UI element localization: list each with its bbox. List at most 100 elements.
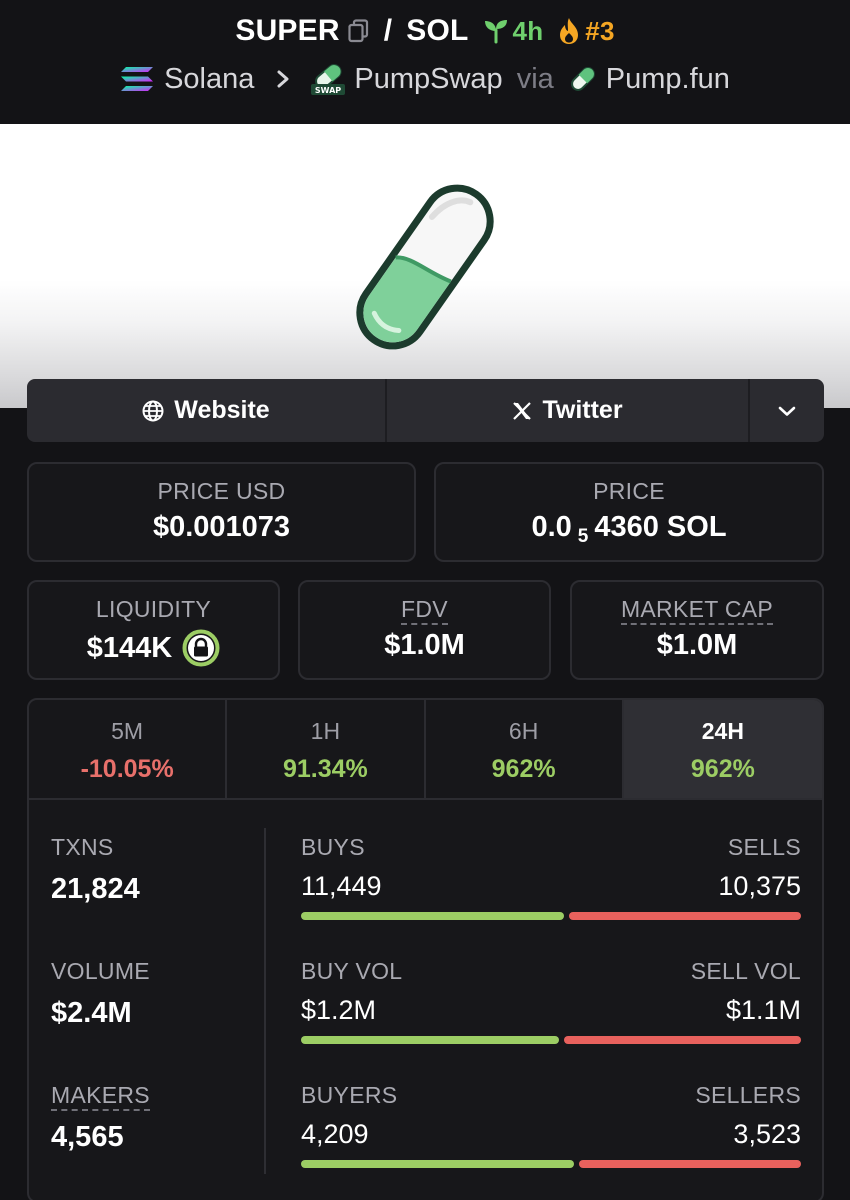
buyers-value: 4,209: [301, 1119, 369, 1149]
tab-change: 962%: [690, 755, 755, 783]
buy-vol-label: BUY VOL: [301, 958, 403, 984]
buyers-sellers-stat: BUYERS SELLERS 4,209 3,523: [301, 1082, 801, 1168]
tab-label: 5M: [111, 718, 144, 744]
buyers-ratio-bar: [301, 1160, 801, 1168]
sell-vol-bar: [563, 1036, 801, 1044]
price-usd-value: $0.001073: [152, 511, 291, 543]
volume-split-stat: BUY VOL SELL VOL $1.2M $1.1M: [301, 958, 801, 1044]
buyers-bar: [301, 1160, 574, 1168]
token-banner: [0, 124, 850, 408]
price-native-card: PRICE 0.0 5 4360 SOL: [434, 462, 824, 562]
price-usd-card: PRICE USD $0.001073: [27, 462, 416, 562]
stats-divider: [264, 828, 266, 1174]
buys-bar: [301, 912, 564, 920]
txns-value: 21,824: [51, 873, 140, 905]
fdv-value: $1.0M: [384, 629, 465, 661]
breadcrumb: Solana SWAP PumpSwap via Pump.fun: [0, 62, 850, 96]
tab-change: 962%: [491, 755, 556, 783]
quote-token-symbol: SOL: [406, 14, 469, 47]
base-token-symbol: SUPER: [235, 14, 340, 47]
period-stats-panel: 5M -10.05% 1H 91.34% 6H 962% 24H 962% TX…: [27, 698, 824, 1200]
buyers-label: BUYERS: [301, 1082, 398, 1108]
chevron-down-icon: [778, 405, 796, 417]
solana-icon: [120, 65, 154, 93]
pumpswap-icon: SWAP: [310, 62, 346, 96]
sellers-value: 3,523: [733, 1119, 801, 1149]
pumpfun-icon: [568, 64, 598, 94]
trending-rank: #3: [585, 15, 615, 46]
more-links-button[interactable]: [750, 379, 824, 442]
sprout-icon: [483, 18, 509, 44]
market-cap-card: MARKET CAP $1.0M: [570, 580, 824, 680]
tab-1h[interactable]: 1H 91.34%: [227, 700, 426, 798]
buys-label: BUYS: [301, 834, 365, 860]
volume-label: VOLUME: [51, 958, 150, 984]
price-native-label: PRICE: [593, 478, 665, 504]
price-native-value: 0.0 5 4360 SOL: [436, 511, 822, 547]
makers-label[interactable]: MAKERS: [51, 1082, 150, 1111]
liquidity-value-row: $144K: [29, 629, 278, 667]
tab-label: 6H: [508, 718, 539, 744]
fdv-label[interactable]: FDV: [401, 596, 448, 625]
txns-label: TXNS: [51, 834, 114, 860]
pill-logo-image: [356, 184, 494, 350]
tab-change: 91.34%: [282, 755, 368, 783]
fdv-card: FDV $1.0M: [298, 580, 551, 680]
liquidity-card: LIQUIDITY $144K: [27, 580, 280, 680]
globe-icon: [142, 400, 164, 422]
liquidity-value: $144K: [86, 631, 173, 664]
price-zero-count: 5: [577, 525, 589, 547]
tab-24h[interactable]: 24H 962%: [623, 700, 822, 798]
liquidity-label: LIQUIDITY: [95, 596, 212, 622]
tab-label: 24H: [701, 718, 744, 744]
buys-sells-ratio-bar: [301, 912, 801, 920]
pair-age: 4h: [512, 15, 544, 46]
price-usd-label: PRICE USD: [157, 478, 286, 504]
swap-badge-text: SWAP: [315, 86, 341, 95]
period-tabs: 5M -10.05% 1H 91.34% 6H 962% 24H 962%: [29, 700, 822, 800]
price-suffix: 4360 SOL: [594, 511, 727, 543]
makers-value: 4,565: [51, 1121, 124, 1153]
sellers-label: SELLERS: [695, 1082, 801, 1108]
website-button[interactable]: Website: [27, 379, 387, 442]
stats-area: TXNS 21,824 VOLUME $2.4M MAKERS 4,565 BU…: [29, 800, 822, 1200]
buys-sells-stat: BUYS SELLS 11,449 10,375: [301, 834, 801, 920]
sell-vol-label: SELL VOL: [690, 958, 801, 984]
sellers-bar: [578, 1160, 801, 1168]
buy-vol-bar: [301, 1036, 559, 1044]
sells-label: SELLS: [727, 834, 801, 860]
sells-bar: [568, 912, 801, 920]
pair-title: SUPER / SOL 4h #3: [0, 14, 850, 48]
website-label: Website: [174, 396, 270, 424]
makers-stat: MAKERS 4,565: [51, 1082, 150, 1154]
market-cap-label[interactable]: MARKET CAP: [620, 596, 774, 625]
lock-icon[interactable]: [182, 629, 220, 667]
pair-header: SUPER / SOL 4h #3 Solana SWAP PumpSwap v…: [0, 0, 850, 124]
pair-slash: /: [383, 14, 393, 47]
x-logo-icon: [512, 401, 532, 421]
sells-value: 10,375: [718, 871, 801, 901]
flame-icon: [557, 17, 581, 45]
dex-link[interactable]: PumpSwap: [354, 63, 502, 96]
launchpad-link[interactable]: Pump.fun: [606, 63, 730, 96]
sell-vol-value: $1.1M: [725, 995, 801, 1025]
tab-5m[interactable]: 5M -10.05%: [29, 700, 228, 798]
social-links-bar: Website Twitter: [27, 379, 824, 442]
market-cap-value: $1.0M: [656, 629, 738, 661]
tab-label: 1H: [310, 718, 341, 744]
twitter-label: Twitter: [542, 396, 623, 424]
copy-icon[interactable]: [348, 19, 370, 43]
volume-value: $2.4M: [51, 997, 132, 1029]
tab-change: -10.05%: [80, 755, 174, 783]
buy-vol-value: $1.2M: [301, 995, 377, 1025]
chevron-right-icon: [276, 69, 290, 89]
volume-ratio-bar: [301, 1036, 801, 1044]
volume-stat: VOLUME $2.4M: [51, 958, 150, 1030]
chain-link[interactable]: Solana: [164, 63, 254, 96]
tab-6h[interactable]: 6H 962%: [426, 700, 624, 798]
price-prefix: 0.0: [531, 511, 572, 543]
via-label: via: [516, 62, 554, 95]
txns-stat: TXNS 21,824: [51, 834, 140, 906]
buys-value: 11,449: [301, 871, 382, 901]
twitter-button[interactable]: Twitter: [387, 379, 750, 442]
